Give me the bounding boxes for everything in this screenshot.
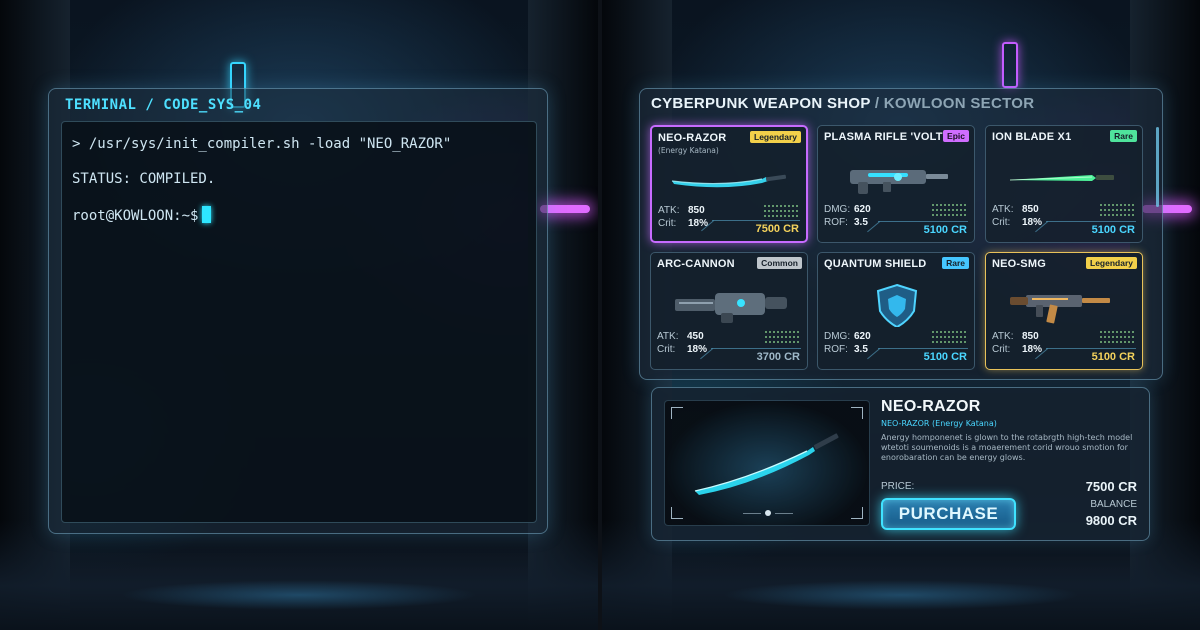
- weapon-card-neo-smg[interactable]: NEO-SMG Legendary ATK: 850 Crit: 18% 5100 …: [985, 252, 1143, 370]
- terminal-prompt: root@KOWLOON:~$: [72, 208, 199, 224]
- card-name: PLASMA RIFLE 'VOLT': [824, 131, 946, 143]
- card-stats: ATK: 850 Crit: 18%: [992, 204, 1043, 228]
- detail-item-name: NEO-RAZOR: [881, 398, 981, 415]
- rarity-badge: Rare: [1110, 130, 1137, 142]
- purchase-button[interactable]: PURCHASE: [881, 498, 1016, 530]
- terminal-screen[interactable]: > /usr/sys/init_compiler.sh -load "NEO_R…: [61, 121, 537, 523]
- card-name: QUANTUM SHIELD: [824, 258, 927, 270]
- rifle-icon: [850, 170, 948, 194]
- rarity-badge: Common: [757, 257, 802, 269]
- card-stats: DMG: 620 ROF: 3.5: [824, 331, 871, 355]
- rarity-badge: Legendary: [1086, 257, 1137, 269]
- price-label: PRICE:: [881, 481, 915, 492]
- card-stats: DMG: 620 ROF: 3.5: [824, 204, 871, 228]
- katana-icon: [671, 174, 787, 188]
- weapon-card-quantum-shield[interactable]: QUANTUM SHIELD Rare DMG: 620 ROF: 3.5 5100…: [817, 252, 975, 370]
- terminal-prompt-line[interactable]: root@KOWLOON:~$: [72, 206, 526, 224]
- katana-icon: [694, 433, 839, 495]
- terminal-window: TERMINAL / CODE_SYS_04 > /usr/sys/init_c…: [48, 88, 548, 534]
- weapon-shop-panel: CYBERPUNK WEAPON SHOP / KOWLOON SECTOR N…: [639, 88, 1163, 380]
- item-detail-panel: NEO-RAZOR NEO-RAZOR (Energy Katana) Aner…: [651, 387, 1150, 541]
- detail-price: 7500 CR: [1085, 479, 1137, 494]
- item-preview[interactable]: [664, 400, 870, 526]
- terminal-cursor: [202, 206, 212, 223]
- card-name: NEO-RAZOR: [658, 132, 727, 144]
- shop-title: CYBERPUNK WEAPON SHOP / KOWLOON SECTOR: [651, 95, 1034, 112]
- card-stats: ATK: 450 Crit: 18%: [657, 331, 708, 355]
- card-name: NEO-SMG: [992, 258, 1046, 270]
- blade-icon: [1009, 175, 1114, 181]
- neon-sign: [1002, 42, 1018, 88]
- weapon-card-arc-cannon[interactable]: ARC-CANNON Common ATK: 450 Crit: 18% 3700 …: [650, 252, 808, 370]
- shop-scrollbar[interactable]: [1156, 127, 1159, 207]
- card-price: 5100 CR: [923, 351, 967, 363]
- balance-value: 9800 CR: [1085, 513, 1137, 528]
- shop-title-main: CYBERPUNK WEAPON SHOP: [651, 95, 871, 112]
- card-name: ARC-CANNON: [657, 258, 735, 270]
- carousel-indicator[interactable]: [743, 510, 793, 516]
- detail-item-subtitle: NEO-RAZOR (Energy Katana): [881, 419, 997, 428]
- card-price: 7500 CR: [755, 223, 799, 235]
- terminal-status-line: STATUS: COMPILED.: [72, 171, 216, 187]
- card-stats: ATK: 850 Crit: 18%: [992, 331, 1043, 355]
- card-price: 5100 CR: [923, 224, 967, 236]
- terminal-command-line: > /usr/sys/init_compiler.sh -load "NEO_R…: [72, 136, 452, 152]
- card-stats: ATK: 850 Crit: 18%: [658, 205, 709, 229]
- card-price: 3700 CR: [756, 351, 800, 363]
- detail-item-description: Anergy homponenet is glown to the rotabr…: [881, 433, 1133, 462]
- smg-icon: [1010, 295, 1110, 324]
- weapon-card-neo-razor[interactable]: NEO-RAZOR (Energy Katana) Legendary ATK:…: [650, 125, 808, 243]
- terminal-title: TERMINAL / CODE_SYS_04: [65, 97, 262, 113]
- weapon-card-ion-blade[interactable]: ION BLADE X1 Rare ATK: 850 Crit: 18% 5100 …: [985, 125, 1143, 243]
- card-price: 5100 CR: [1091, 351, 1135, 363]
- rarity-badge: Rare: [942, 257, 969, 269]
- weapon-card-plasma-rifle[interactable]: PLASMA RIFLE 'VOLT' Epic DMG: 620 ROF: 3.5…: [817, 125, 975, 243]
- shop-title-sector: / KOWLOON SECTOR: [870, 95, 1035, 112]
- shield-icon: [876, 283, 918, 327]
- card-subtitle: (Energy Katana): [658, 146, 719, 155]
- balance-label: BALANCE: [1090, 499, 1137, 510]
- card-price: 5100 CR: [1091, 224, 1135, 236]
- rarity-badge: Epic: [943, 130, 969, 142]
- rarity-badge: Legendary: [750, 131, 801, 143]
- card-name: ION BLADE X1: [992, 131, 1072, 143]
- cannon-icon: [675, 293, 787, 323]
